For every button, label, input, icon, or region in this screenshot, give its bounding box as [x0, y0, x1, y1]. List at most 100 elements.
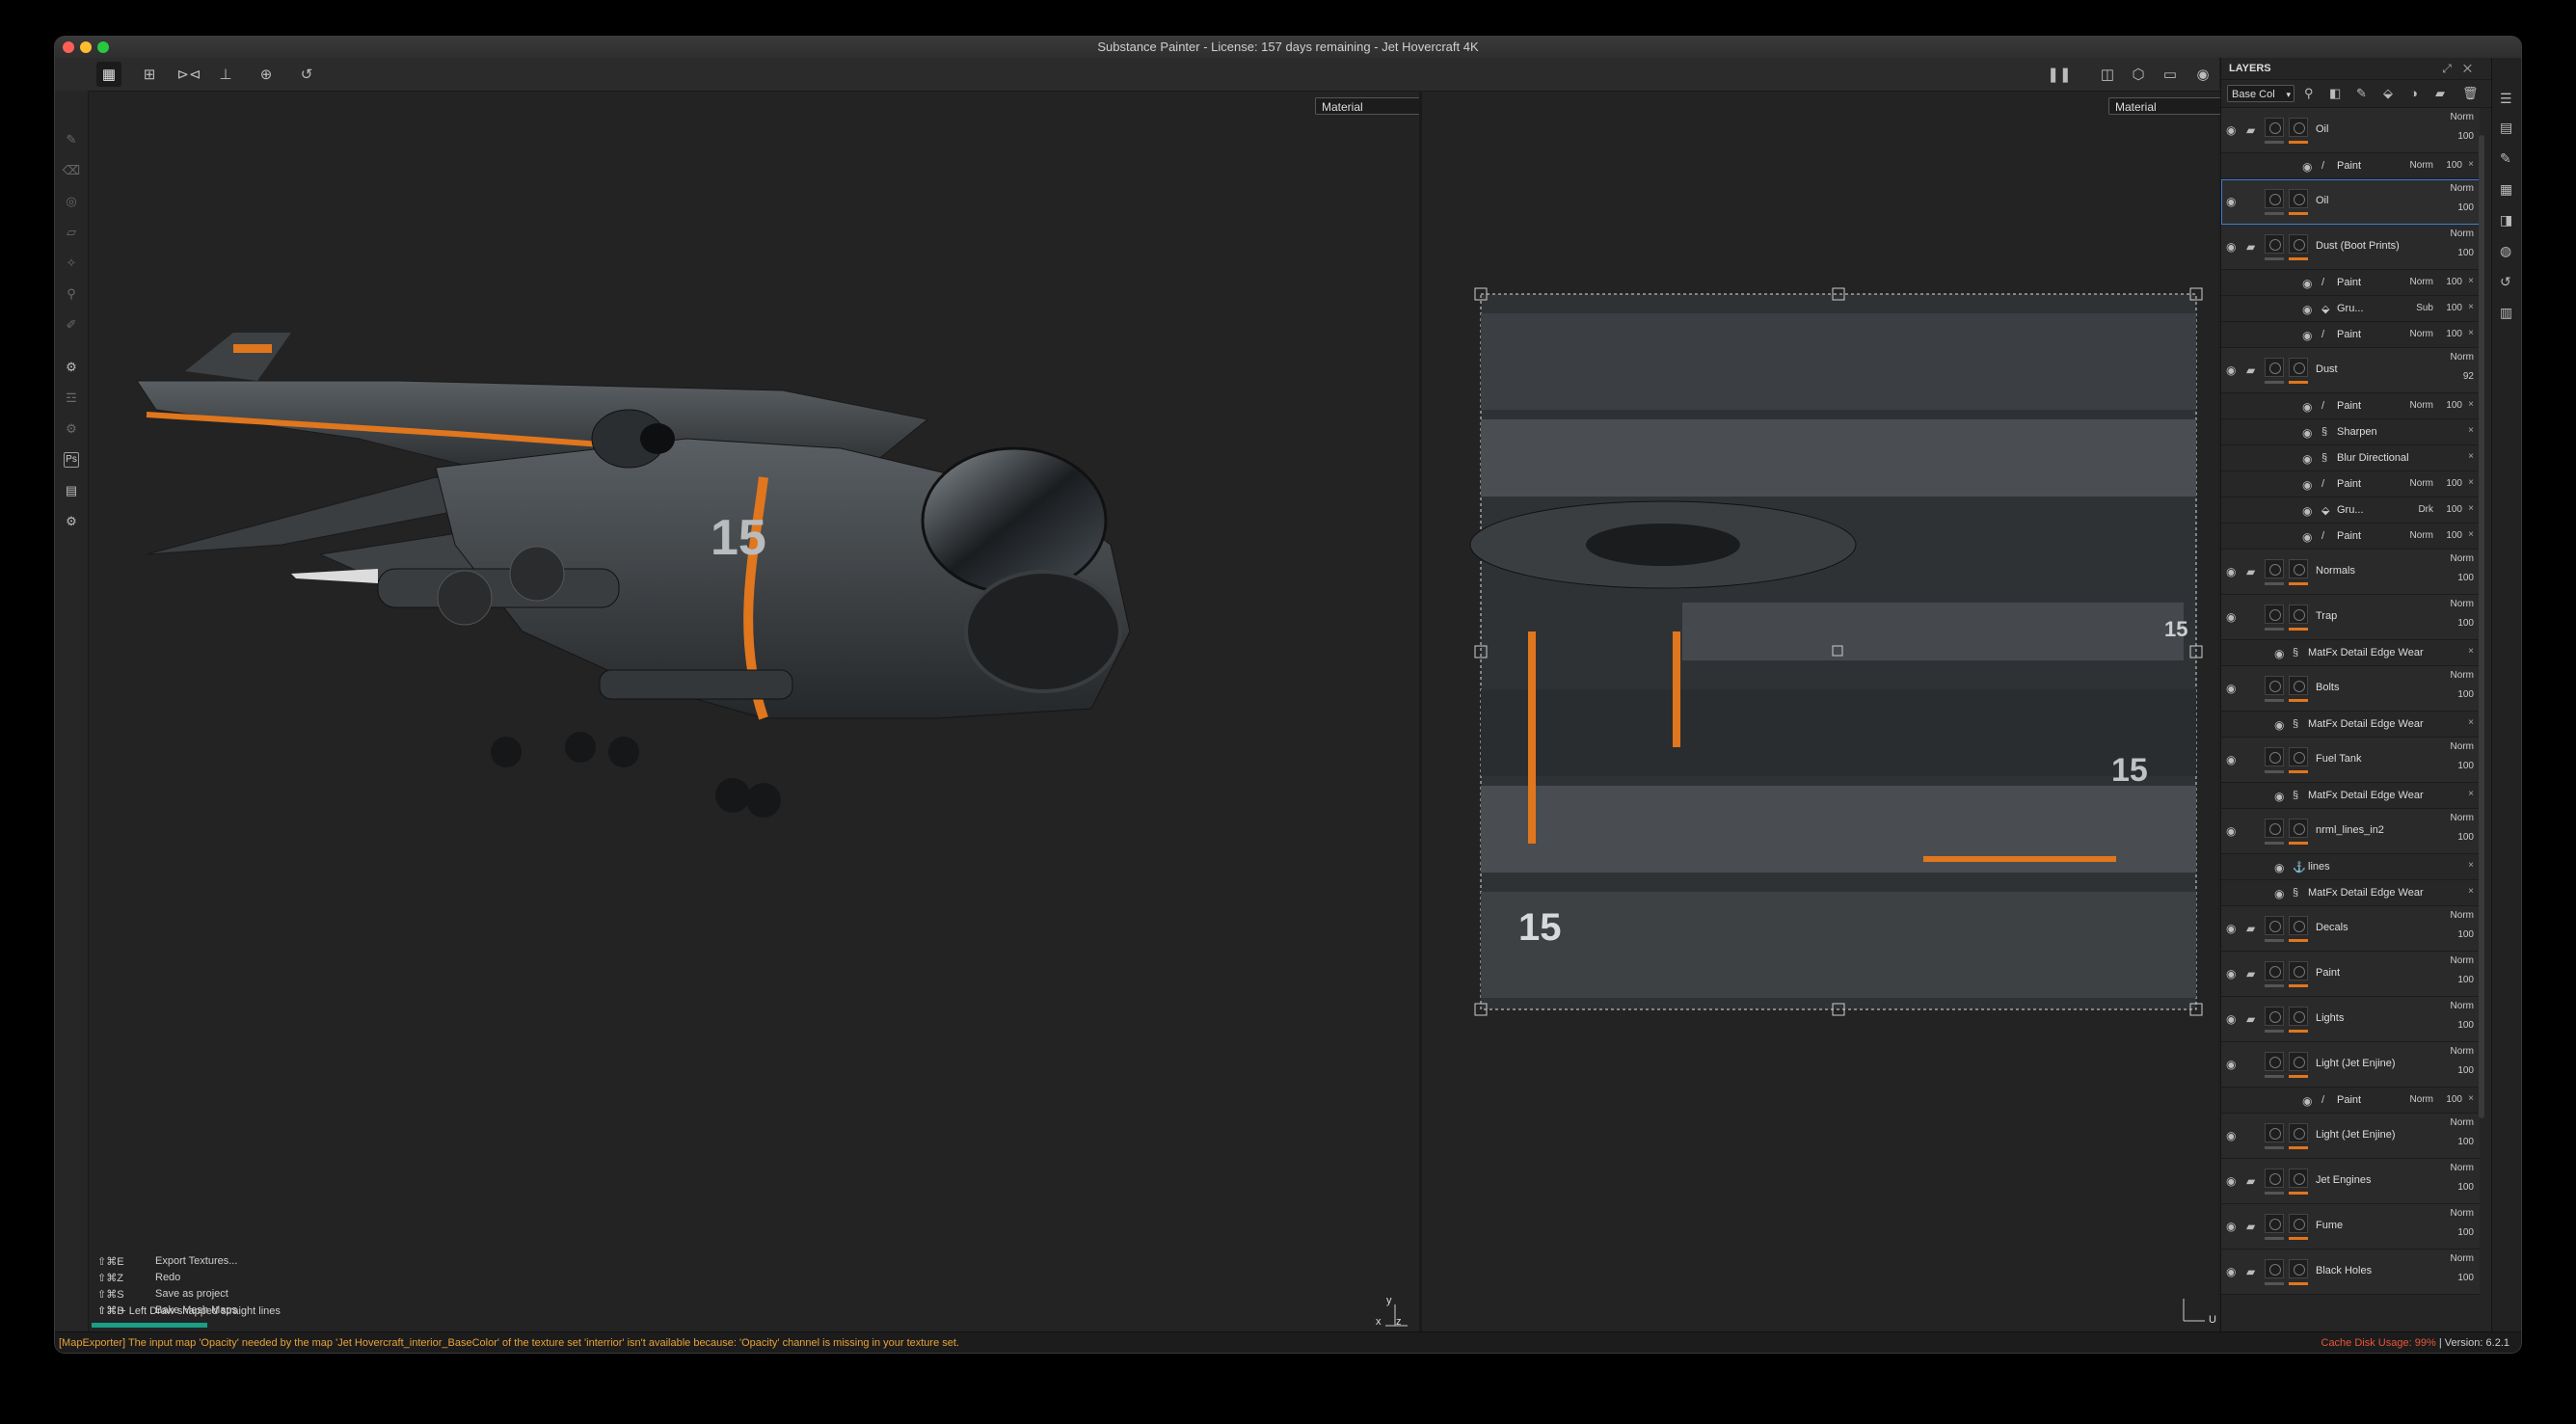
layer-sub-row[interactable]: ◉ ⬙ Gru... Drk 100 × [2221, 497, 2480, 524]
environment-dock-icon[interactable]: ◍ [2500, 243, 2511, 259]
blend-mode-dropdown[interactable]: Norm [2451, 352, 2474, 363]
iray-icon[interactable]: ◫ [2095, 62, 2120, 87]
blend-mode-dropdown[interactable]: Norm [2410, 478, 2433, 489]
layer-mask-thumbnail[interactable] [2289, 1052, 2308, 1071]
layer-name[interactable]: Dust (Boot Prints) [2316, 240, 2400, 252]
opacity-field[interactable]: 100 [2446, 1094, 2462, 1105]
folder-icon[interactable]: ▰ [2246, 363, 2255, 377]
visibility-eye-icon[interactable]: ◉ [2226, 195, 2236, 208]
layout-grid-icon[interactable]: ⊞ [137, 62, 162, 87]
layer-name[interactable]: Paint [2337, 530, 2361, 542]
layer-sub-row[interactable]: ◉ / Paint Norm 100 × [2221, 153, 2480, 179]
layer-row[interactable]: ◉ ▰ Oil Norm 100 [2221, 108, 2480, 153]
add-smart-material-icon[interactable]: ◑ [2410, 86, 2418, 100]
clone-stamp-icon[interactable]: ⚲ [61, 283, 82, 305]
layer-mask-thumbnail[interactable] [2289, 189, 2308, 208]
visibility-eye-icon[interactable]: ◉ [2226, 824, 2236, 838]
blend-mode-dropdown[interactable]: Norm [2451, 1253, 2474, 1264]
blend-mode-dropdown[interactable]: Norm [2451, 1163, 2474, 1173]
layer-name[interactable]: Decals [2316, 922, 2348, 933]
layer-row[interactable]: ◉ ▰ Dust (Boot Prints) Norm 100 [2221, 225, 2480, 270]
history-dock-icon[interactable]: ↺ [2500, 274, 2511, 290]
layer-row[interactable]: ◉ Fuel Tank Norm 100 [2221, 738, 2480, 783]
opacity-field[interactable]: 100 [2446, 400, 2462, 411]
visibility-eye-icon[interactable]: ◉ [2302, 1094, 2312, 1108]
layer-sub-row[interactable]: ◉ § MatFx Detail Edge Wear × [2221, 640, 2480, 666]
visibility-eye-icon[interactable]: ◉ [2274, 861, 2284, 874]
blend-mode-dropdown[interactable]: Norm [2451, 599, 2474, 609]
visibility-eye-icon[interactable]: ◉ [2226, 682, 2236, 695]
layer-mask-thumbnail[interactable] [2289, 676, 2308, 695]
layer-mask-thumbnail[interactable] [2289, 358, 2308, 377]
layer-name[interactable]: Dust [2316, 363, 2338, 375]
blend-mode-dropdown[interactable]: Norm [2451, 1001, 2474, 1011]
add-folder-icon[interactable]: ▰ [2435, 86, 2445, 101]
add-paint-layer-icon[interactable]: ✎ [2356, 86, 2367, 101]
layer-sub-row[interactable]: ◉ / Paint Norm 100 × [2221, 471, 2480, 497]
layer-thumbnail[interactable] [2265, 1169, 2284, 1188]
visibility-eye-icon[interactable]: ◉ [2226, 1265, 2236, 1278]
opacity-field[interactable]: 100 [2446, 329, 2462, 339]
layer-name[interactable]: Bolts [2316, 682, 2339, 693]
opacity-field[interactable]: 100 [2457, 761, 2474, 771]
visibility-eye-icon[interactable]: ◉ [2274, 718, 2284, 732]
layer-name[interactable]: MatFx Detail Edge Wear [2308, 718, 2424, 730]
visibility-eye-icon[interactable]: ◉ [2226, 565, 2236, 578]
folder-icon[interactable]: ▰ [2246, 1174, 2255, 1188]
opacity-field[interactable]: 100 [2457, 1273, 2474, 1283]
visibility-eye-icon[interactable]: ◉ [2226, 922, 2236, 935]
visibility-eye-icon[interactable]: ◉ [2302, 530, 2312, 544]
remove-effect-icon[interactable]: × [2468, 529, 2474, 540]
opacity-field[interactable]: 100 [2457, 1182, 2474, 1193]
folder-icon[interactable]: ▰ [2246, 1265, 2255, 1278]
remove-effect-icon[interactable]: × [2468, 328, 2474, 338]
layer-mask-thumbnail[interactable] [2289, 234, 2308, 254]
cube-icon[interactable]: ⬡ [2126, 62, 2151, 87]
blend-mode-dropdown[interactable]: Norm [2451, 910, 2474, 921]
visibility-eye-icon[interactable]: ◉ [2302, 504, 2312, 518]
folder-icon[interactable]: ▰ [2246, 123, 2255, 137]
blend-mode-dropdown[interactable]: Norm [2410, 160, 2433, 171]
remove-effect-icon[interactable]: × [2468, 1093, 2474, 1104]
mirror-x-icon[interactable]: ⊳⊲ [176, 62, 201, 87]
opacity-field[interactable]: 100 [2457, 975, 2474, 985]
folder-icon[interactable]: ▰ [2246, 1012, 2255, 1026]
layer-sub-row[interactable]: ◉ § MatFx Detail Edge Wear × [2221, 712, 2480, 738]
layer-mask-thumbnail[interactable] [2289, 747, 2308, 766]
visibility-eye-icon[interactable]: ◉ [2226, 1012, 2236, 1026]
folder-icon[interactable]: ▰ [2246, 967, 2255, 981]
opacity-field[interactable]: 100 [2446, 160, 2462, 171]
layer-thumbnail[interactable] [2265, 559, 2284, 578]
layer-thumbnail[interactable] [2265, 747, 2284, 766]
layer-thumbnail[interactable] [2265, 676, 2284, 695]
close-panel-icon[interactable]: ✕ [2463, 62, 2483, 75]
layer-name[interactable]: MatFx Detail Edge Wear [2308, 647, 2424, 658]
opacity-field[interactable]: 100 [2457, 1227, 2474, 1238]
opacity-field[interactable]: 100 [2457, 131, 2474, 142]
layer-row[interactable]: ◉ ▰ Normals Norm 100 [2221, 550, 2480, 595]
layer-row[interactable]: ◉ ▰ Decals Norm 100 [2221, 906, 2480, 952]
remove-effect-icon[interactable]: × [2468, 886, 2474, 897]
layer-thumbnail[interactable] [2265, 358, 2284, 377]
visibility-eye-icon[interactable]: ◉ [2226, 1220, 2236, 1233]
remove-effect-icon[interactable]: × [2468, 159, 2474, 170]
layer-row[interactable]: ◉ ▰ Lights Norm 100 [2221, 997, 2480, 1042]
folder-icon[interactable]: ▰ [2246, 240, 2255, 254]
visibility-eye-icon[interactable]: ◉ [2226, 967, 2236, 981]
layer-sub-row[interactable]: ◉ ⬙ Gru... Sub 100 × [2221, 296, 2480, 322]
layer-row[interactable]: ◉ ▰ Fume Norm 100 [2221, 1204, 2480, 1249]
layer-name[interactable]: Paint [2337, 1094, 2361, 1106]
layer-row[interactable]: ◉ Oil Norm 100 [2221, 179, 2480, 225]
remove-effect-icon[interactable]: × [2468, 425, 2474, 436]
layers-dock-icon[interactable]: ☰ [2500, 91, 2512, 107]
smudge-icon[interactable]: ✧ [61, 253, 82, 274]
projection-icon[interactable]: ◎ [61, 191, 82, 212]
blend-mode-dropdown[interactable]: Norm [2410, 530, 2433, 541]
layer-mask-thumbnail[interactable] [2289, 605, 2308, 624]
paint-brush-icon[interactable]: ✎ [61, 129, 82, 150]
layer-mask-thumbnail[interactable] [2289, 819, 2308, 838]
remove-effect-icon[interactable]: × [2468, 717, 2474, 728]
layer-thumbnail[interactable] [2265, 605, 2284, 624]
visibility-eye-icon[interactable]: ◉ [2226, 610, 2236, 624]
layer-mask-thumbnail[interactable] [2289, 1169, 2308, 1188]
